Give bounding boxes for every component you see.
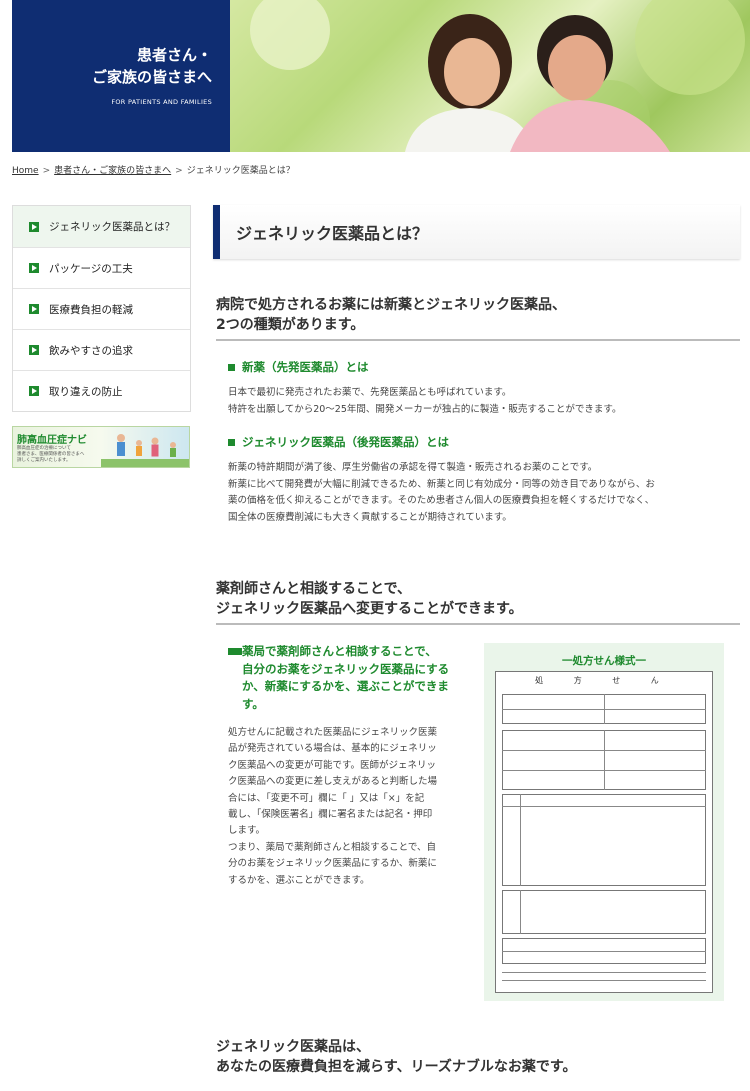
square-bullet-icon — [228, 438, 235, 446]
square-bullet-icon — [228, 363, 235, 371]
arrow-icon — [29, 221, 39, 232]
form-rule — [502, 951, 706, 952]
hero-photo-illustration — [250, 0, 745, 152]
section-heading-types: 病院で処方されるお薬には新薬とジェネリック医薬品、 2つの種類があります。 — [216, 295, 740, 341]
sidebar-item-label: 飲みやすさの追求 — [49, 344, 133, 357]
sidebar-item-label: 取り違えの防止 — [49, 385, 123, 398]
banner-text: 肺高血圧症の治療について 患者さま、医療関係者の皆さまへ 詳しくご案内いたします… — [17, 446, 85, 463]
square-bullet-icon — [228, 648, 242, 655]
family-illustration — [101, 434, 189, 467]
prescription-form-title: 一処方せん様式一 — [562, 655, 646, 667]
prescription-form-heading: 処 方 せ ん — [535, 676, 673, 685]
page-title: ジェネリック医薬品とは？ — [236, 224, 429, 243]
section-heading-reasonable: ジェネリック医薬品は、 あなたの医療費負担を減らす、リーズナブルなお薬です。 — [216, 1039, 577, 1075]
subheading-choose-drug: 薬局で薬剤師さんと相談することで、 自分のお薬をジェネリック医薬品にする か、新… — [228, 643, 468, 713]
form-divider — [604, 730, 605, 790]
brand-drug-description: 日本で最初に発売されたお薬で、先発医薬品とも呼ばれています。 特許を出願してから… — [228, 387, 622, 415]
prescription-form-image: 処 方 せ ん — [495, 671, 713, 993]
sidebar-item-package[interactable]: パッケージの工夫 — [13, 247, 190, 288]
sidebar-item-generic-intro[interactable]: ジェネリック医薬品とは？ — [13, 206, 190, 247]
form-box — [502, 890, 706, 934]
hero-banner: 患者さん・ ご家族の皆さまへ FOR PATIENTS AND FAMILIES — [12, 0, 750, 152]
sidebar-item-label: 医療費負担の軽減 — [49, 303, 133, 316]
form-rule — [502, 770, 706, 771]
banner-title: 肺高血圧症ナビ — [17, 435, 87, 446]
breadcrumb-current: ジェネリック医薬品とは？ — [186, 166, 295, 176]
breadcrumb-separator: > — [175, 166, 183, 176]
breadcrumb-parent-link[interactable]: 患者さん・ご家族の皆さまへ — [54, 166, 171, 176]
hero-subtitle: FOR PATIENTS AND FAMILIES — [111, 98, 212, 106]
section-heading-pharmacist: 薬剤師さんと相談することで、 ジェネリック医薬品へ変更することができます。 — [216, 579, 740, 625]
sidebar-nav: ジェネリック医薬品とは？ パッケージの工夫 医療費負担の軽減 飲みやすさの追求 … — [12, 205, 191, 412]
sidebar-item-label: ジェネリック医薬品とは？ — [49, 221, 175, 233]
arrow-icon — [29, 304, 39, 314]
generic-drug-description: 新薬の特許期間が満了後、厚生労働省の承認を得て製造・販売されるお薬のことです。 … — [228, 462, 655, 523]
subheading-brand-drug: 新薬（先発医薬品）とは — [228, 359, 369, 375]
subheading-generic-drug: ジェネリック医薬品（後発医薬品）とは — [228, 434, 449, 450]
form-box — [502, 794, 706, 886]
form-rule — [502, 972, 706, 973]
form-rule — [502, 709, 706, 710]
hero-photo — [230, 0, 750, 152]
sidebar-item-label: パッケージの工夫 — [49, 262, 133, 275]
form-rule — [502, 980, 706, 981]
sidebar-item-ease[interactable]: 飲みやすさの追求 — [13, 329, 190, 370]
arrow-icon — [29, 263, 39, 273]
hero-title-panel: 患者さん・ ご家族の皆さまへ FOR PATIENTS AND FAMILIES — [12, 0, 230, 152]
hero-title: 患者さん・ ご家族の皆さまへ — [91, 46, 212, 86]
arrow-icon — [29, 345, 39, 355]
breadcrumb: Home > 患者さん・ご家族の皆さまへ > ジェネリック医薬品とは？ — [12, 163, 295, 176]
pah-navi-banner[interactable]: 肺高血圧症ナビ 肺高血圧症の治療について 患者さま、医療関係者の皆さまへ 詳しく… — [12, 426, 190, 468]
sidebar-item-mixup[interactable]: 取り違えの防止 — [13, 370, 190, 411]
form-rule — [502, 750, 706, 751]
form-rule — [502, 806, 706, 807]
breadcrumb-separator: > — [42, 166, 51, 176]
prescription-form-figure: 一処方せん様式一 処 方 せ ん — [484, 643, 724, 1001]
form-divider — [520, 890, 521, 934]
sidebar-item-cost[interactable]: 医療費負担の軽減 — [13, 288, 190, 329]
page-title-bar: ジェネリック医薬品とは？ — [213, 205, 740, 259]
arrow-icon — [29, 386, 39, 396]
prescription-description: 処方せんに記載された医薬品にジェネリック医薬 品が発売されている場合は、基本的に… — [228, 727, 438, 886]
form-divider — [520, 794, 521, 886]
breadcrumb-home-link[interactable]: Home — [12, 166, 39, 176]
